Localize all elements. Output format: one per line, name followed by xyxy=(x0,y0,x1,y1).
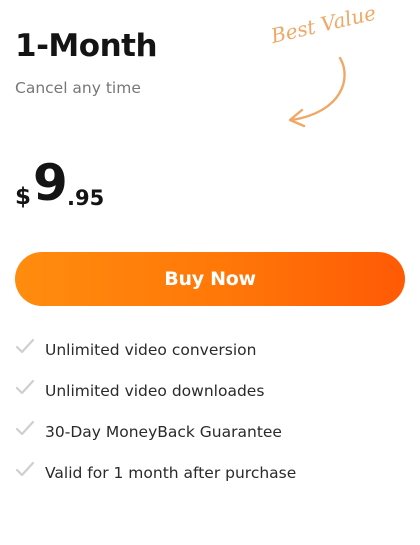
pricing-card: 1-Month Cancel any time Best Value $ 9 .… xyxy=(0,0,420,545)
feature-list: Unlimited video conversion Unlimited vid… xyxy=(15,338,296,502)
buy-now-button[interactable]: Buy Now xyxy=(15,252,405,306)
curved-arrow-icon xyxy=(288,56,346,128)
checkmark-icon xyxy=(15,338,35,354)
feature-item: Valid for 1 month after purchase xyxy=(15,461,296,502)
checkmark-icon xyxy=(15,461,35,477)
feature-item: Unlimited video conversion xyxy=(15,338,296,379)
price: $ 9 .95 xyxy=(15,154,215,216)
feature-label: Unlimited video conversion xyxy=(45,341,257,359)
feature-label: 30-Day MoneyBack Guarantee xyxy=(45,423,282,441)
feature-item: Unlimited video downloades xyxy=(15,379,296,420)
plan-title: 1-Month xyxy=(15,28,158,64)
price-whole: 9 xyxy=(33,154,68,212)
feature-label: Valid for 1 month after purchase xyxy=(45,464,297,482)
feature-label: Unlimited video downloades xyxy=(45,382,265,400)
best-value-badge: Best Value xyxy=(262,1,402,132)
plan-subtitle: Cancel any time xyxy=(15,79,141,97)
price-currency: $ xyxy=(15,184,32,210)
feature-item: 30-Day MoneyBack Guarantee xyxy=(15,420,296,461)
checkmark-icon xyxy=(15,379,35,395)
price-cents: .95 xyxy=(67,186,105,210)
checkmark-icon xyxy=(15,420,35,436)
